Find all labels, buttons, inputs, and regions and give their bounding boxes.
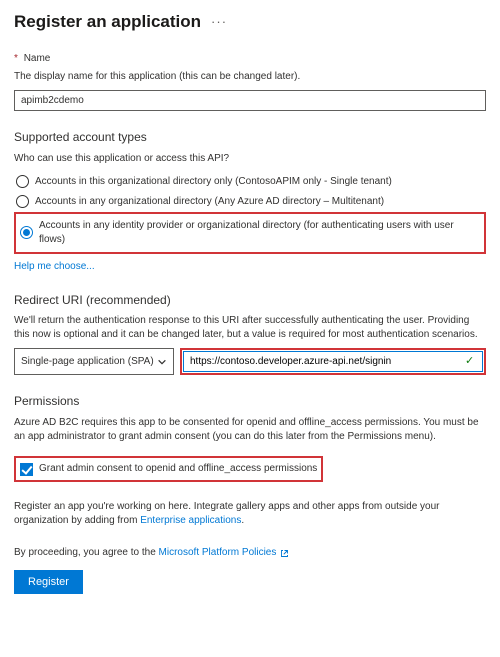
name-label: Name [24,53,51,64]
radio-input[interactable] [20,226,33,239]
account-type-option-2[interactable]: Accounts in any identity provider or org… [18,216,482,250]
name-input[interactable] [14,90,486,111]
redirect-url-input[interactable] [183,351,483,372]
account-types-helper: Who can use this application or access t… [14,152,486,166]
radio-label: Accounts in any organizational directory… [35,195,384,209]
radio-input[interactable] [16,175,29,188]
admin-consent-checkbox-row[interactable]: Grant admin consent to openid and offlin… [18,460,319,478]
permissions-heading: Permissions [14,393,486,410]
footer-note: Register an app you're working on here. … [14,500,486,528]
help-me-choose-link[interactable]: Help me choose... [14,260,486,274]
account-type-option-1[interactable]: Accounts in any organizational directory… [14,192,486,212]
external-link-icon [280,549,289,558]
platform-policies-link[interactable]: Microsoft Platform Policies [159,547,277,558]
policy-text: By proceeding, you agree to the Microsof… [14,546,276,560]
radio-label: Accounts in any identity provider or org… [39,219,480,247]
admin-consent-label: Grant admin consent to openid and offlin… [39,462,317,476]
more-icon[interactable]: ··· [211,13,227,31]
account-type-option-0[interactable]: Accounts in this organizational director… [14,172,486,192]
admin-consent-checkbox[interactable] [20,463,33,476]
enterprise-applications-link[interactable]: Enterprise applications [140,515,241,526]
highlight-box: Accounts in any identity provider or org… [14,212,486,254]
radio-label: Accounts in this organizational director… [35,175,392,189]
radio-input[interactable] [16,195,29,208]
page-title: Register an application [14,10,201,34]
redirect-heading: Redirect URI (recommended) [14,292,486,309]
name-helper: The display name for this application (t… [14,70,486,84]
platform-select-value: Single-page application (SPA) [21,355,154,369]
register-button[interactable]: Register [14,570,83,594]
account-types-heading: Supported account types [14,129,486,146]
checkmark-icon: ✓ [465,354,474,369]
chevron-down-icon [157,357,167,367]
highlight-box: ✓ [180,348,486,375]
highlight-box: Grant admin consent to openid and offlin… [14,456,323,482]
permissions-helper: Azure AD B2C requires this app to be con… [14,416,486,444]
redirect-helper: We'll return the authentication response… [14,314,486,342]
required-asterisk: * [14,53,18,64]
platform-select[interactable]: Single-page application (SPA) [14,348,174,375]
